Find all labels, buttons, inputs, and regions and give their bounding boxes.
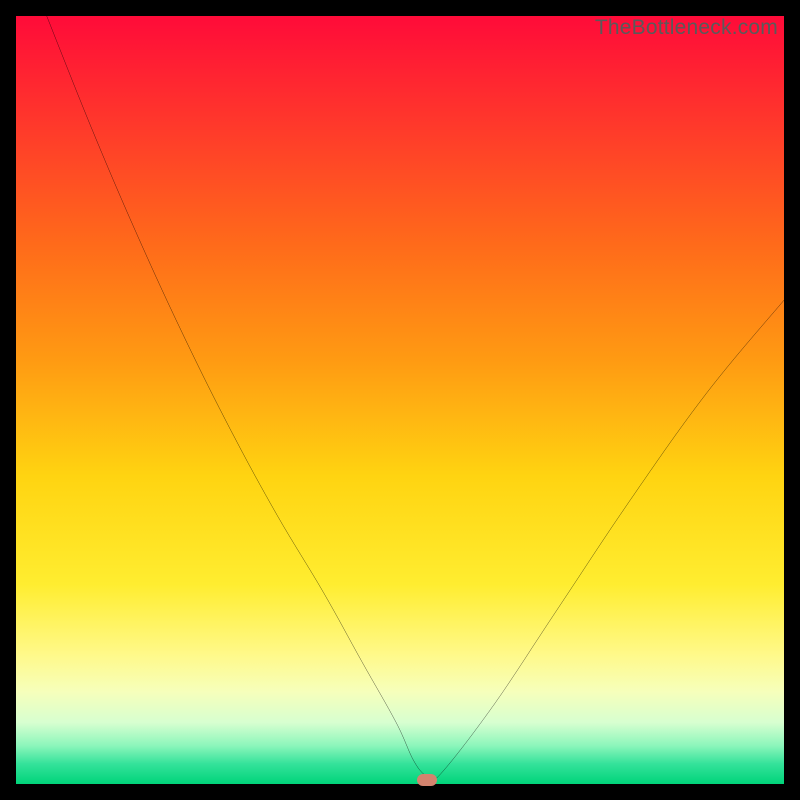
plot-area: TheBottleneck.com: [16, 16, 784, 784]
bottleneck-curve-path: [47, 16, 784, 783]
chart-container: TheBottleneck.com: [0, 0, 800, 800]
bottleneck-curve-svg: [16, 16, 784, 784]
optimal-point-marker: [417, 774, 437, 786]
